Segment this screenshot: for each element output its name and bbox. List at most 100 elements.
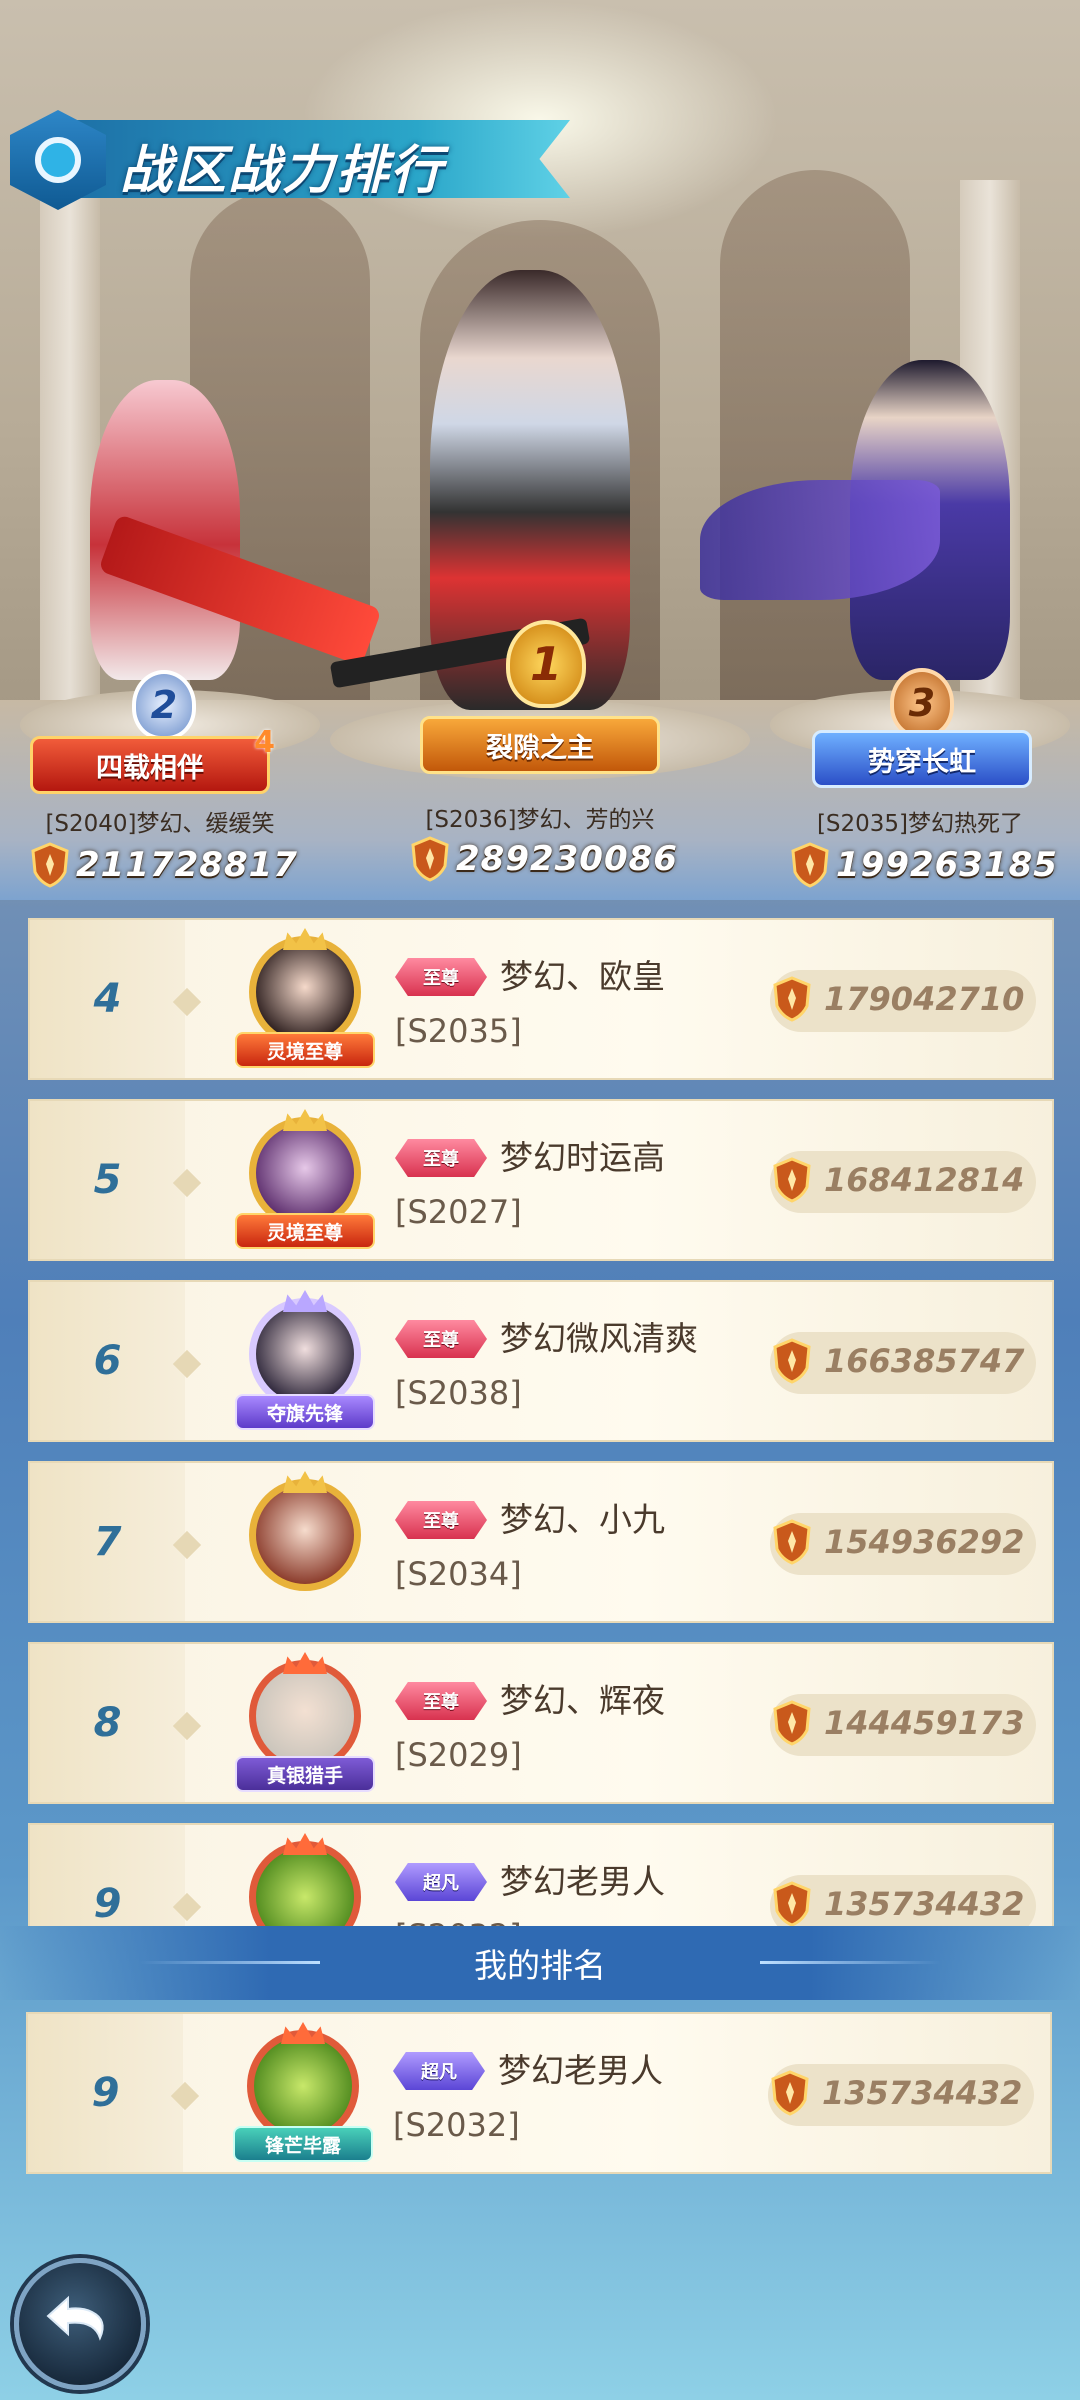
- server-tag: [S2038]: [395, 1374, 522, 1412]
- avatar[interactable]: [235, 1471, 375, 1617]
- server-tag: [S2032]: [395, 1917, 522, 1926]
- my-rank-row[interactable]: 9 锋芒毕露 超凡 梦幻老男人 [S2032] 135734432: [26, 2012, 1054, 2176]
- vip-badge: 至尊: [395, 1139, 487, 1177]
- ranking-list[interactable]: 4 灵境至尊 至尊 梦幻、欧皇 [S2035] 179042710 5 灵境至尊…: [28, 918, 1054, 1926]
- player-name: 梦幻老男人: [498, 2051, 663, 2090]
- power-shield-icon: [773, 1519, 811, 1565]
- power-value: 154936292: [824, 1523, 1025, 1561]
- vip-badge: 至尊: [395, 1682, 487, 1720]
- rank-number: 5: [93, 1157, 122, 1203]
- title-plate-text: 四载相伴: [96, 752, 204, 784]
- power-value: 166385747: [824, 1342, 1025, 1380]
- vip-badge: 超凡: [393, 2052, 485, 2090]
- server-tag: [S2035]: [395, 1012, 522, 1050]
- title-plate: 势穿长虹: [812, 730, 1032, 788]
- server-tag: [S2032]: [393, 2106, 520, 2144]
- avatar[interactable]: 真银猎手: [235, 1652, 375, 1798]
- player-name: 梦幻、辉夜: [500, 1681, 665, 1720]
- list-row-5[interactable]: 5 灵境至尊 至尊 梦幻时运高 [S2027] 168412814: [28, 1099, 1054, 1261]
- power-value: 168412814: [824, 1161, 1025, 1199]
- power-shield-icon: [773, 1700, 811, 1746]
- power-value: 135734432: [822, 2074, 1023, 2112]
- vip-badge: 至尊: [395, 1501, 487, 1539]
- vip-badge: 超凡: [395, 1863, 487, 1901]
- title-plate: 四载相伴 4: [30, 725, 275, 794]
- rank-medal-3: 3: [890, 668, 954, 738]
- power-pill: 135734432: [770, 1875, 1036, 1926]
- avatar-frame-tag: 灵境至尊: [235, 1213, 375, 1249]
- rank-medal-2: 2: [132, 670, 196, 740]
- title-banner: 战区战力排行: [10, 110, 570, 210]
- avatar-frame-tag: 灵境至尊: [235, 1032, 375, 1068]
- my-rank-header: 我的排名: [0, 1926, 1080, 2000]
- rank-number: 6: [93, 1338, 122, 1384]
- player-name: [S2035]梦幻热死了: [816, 811, 1024, 837]
- power-pill: 144459173: [770, 1694, 1036, 1756]
- title-plate: 裂隙之主: [420, 716, 660, 774]
- avatar-portrait: [249, 1479, 361, 1591]
- player-name: [S2036]梦幻、芳的兴: [425, 807, 655, 833]
- crown-icon: [283, 1471, 327, 1493]
- rank-number: 8: [93, 1700, 122, 1746]
- lion-head-icon: [281, 2022, 325, 2044]
- power-value: 199263185: [836, 845, 1058, 885]
- player-name: 梦幻、小九: [500, 1500, 665, 1539]
- power-pill: 154936292: [770, 1513, 1036, 1575]
- power-shield-icon: [773, 976, 811, 1022]
- power-display: 289230086: [410, 836, 678, 882]
- back-button[interactable]: [14, 2258, 146, 2390]
- player-name: [S2040]梦幻、缓缓笑: [45, 811, 275, 837]
- list-row-8[interactable]: 8 真银猎手 至尊 梦幻、辉夜 [S2029] 144459173: [28, 1642, 1054, 1804]
- avatar[interactable]: 夺旗先锋: [235, 1290, 375, 1436]
- avatar[interactable]: 锋芒毕露: [233, 2022, 373, 2168]
- power-display: 211728817: [30, 842, 298, 888]
- server-tag: [S2027]: [395, 1193, 522, 1231]
- player-name: 梦幻时运高: [500, 1138, 665, 1177]
- server-tag: [S2034]: [395, 1555, 522, 1593]
- vip-badge: 至尊: [395, 1320, 487, 1358]
- list-row-4[interactable]: 4 灵境至尊 至尊 梦幻、欧皇 [S2035] 179042710: [28, 918, 1054, 1080]
- power-value: 289230086: [456, 839, 678, 879]
- character-cape: [700, 480, 940, 600]
- list-row-9[interactable]: 9 超凡 梦幻老男人 [S2032] 135734432: [28, 1823, 1054, 1926]
- player-name: 梦幻微风清爽: [500, 1319, 698, 1358]
- avatar[interactable]: 灵境至尊: [235, 928, 375, 1074]
- rank-number: 9: [91, 2070, 120, 2116]
- server-tag: [S2029]: [395, 1736, 522, 1774]
- power-display: 199263185: [790, 842, 1058, 888]
- rank-number: 4: [93, 976, 122, 1022]
- power-shield-icon: [773, 1157, 811, 1203]
- power-shield-icon: [773, 1881, 811, 1926]
- power-pill: 135734432: [768, 2064, 1034, 2126]
- player-name: 梦幻、欧皇: [500, 957, 665, 996]
- player-name: 梦幻老男人: [500, 1862, 665, 1901]
- crown-icon: [283, 928, 327, 950]
- crown-icon: [283, 1109, 327, 1131]
- page-title: 战区战力排行: [120, 141, 445, 201]
- power-shield-icon: [791, 842, 829, 888]
- avatar-frame-tag: 锋芒毕露: [233, 2126, 373, 2162]
- my-rank-card[interactable]: 9 锋芒毕露 超凡 梦幻老男人 [S2032] 135734432: [26, 2012, 1052, 2174]
- my-rank-title: 我的排名: [474, 1946, 606, 1985]
- power-shield-icon: [31, 842, 69, 888]
- power-shield-icon: [773, 1338, 811, 1384]
- rank-number: 7: [93, 1519, 122, 1565]
- power-value: 135734432: [824, 1885, 1025, 1923]
- crown-icon: [283, 1290, 327, 1312]
- lion-head-icon: [283, 1833, 327, 1855]
- avatar[interactable]: 灵境至尊: [235, 1109, 375, 1255]
- power-pill: 168412814: [770, 1151, 1036, 1213]
- rank-medal-1: 1: [506, 620, 586, 708]
- return-arrow-icon: [46, 2295, 104, 2341]
- avatar[interactable]: [235, 1833, 375, 1926]
- power-pill: 166385747: [770, 1332, 1036, 1394]
- power-shield-icon: [411, 836, 449, 882]
- lion-head-icon: [283, 1652, 327, 1674]
- list-row-6[interactable]: 6 夺旗先锋 至尊 梦幻微风清爽 [S2038] 166385747: [28, 1280, 1054, 1442]
- power-shield-icon: [771, 2070, 809, 2116]
- avatar-frame-tag: 真银猎手: [235, 1756, 375, 1792]
- power-value: 144459173: [824, 1704, 1025, 1742]
- power-value: 211728817: [76, 845, 298, 885]
- list-row-7[interactable]: 7 至尊 梦幻、小九 [S2034] 154936292: [28, 1461, 1054, 1623]
- title-plate-number: 4: [254, 725, 275, 760]
